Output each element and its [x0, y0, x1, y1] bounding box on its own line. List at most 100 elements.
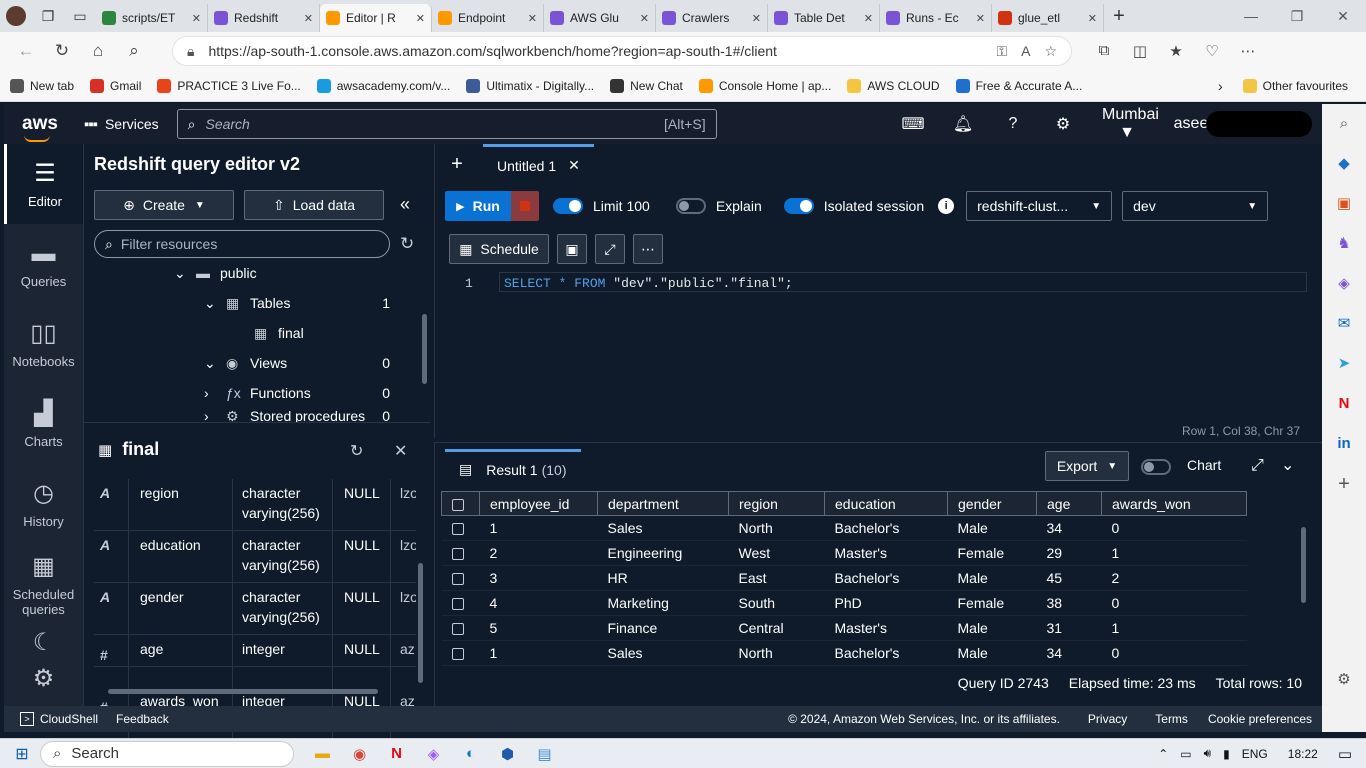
row-checkbox-cell[interactable]	[441, 515, 480, 541]
filter-resources-input[interactable]: ⌕ Filter resources	[94, 230, 390, 258]
virtualbox-icon[interactable]: ⬢	[489, 745, 526, 763]
schedule-button[interactable]: ▦ Schedule	[449, 234, 549, 264]
chevron-icon[interactable]: ⌄	[204, 355, 226, 372]
browser-tab[interactable]: AWS Glu ✕	[544, 4, 656, 32]
browser-tab[interactable]: Editor | R ✕	[320, 4, 432, 32]
left-nav-queries[interactable]: ▬ Queries	[4, 224, 83, 304]
left-nav-editor[interactable]: ☰ Editor	[4, 144, 83, 224]
row-checkbox[interactable]	[451, 548, 464, 561]
collapse-panel-icon[interactable]: «	[400, 194, 410, 215]
settings-nav[interactable]: ⚙	[4, 666, 83, 696]
bookmark-item[interactable]: Free & Accurate A...	[955, 78, 1082, 93]
chevron-icon[interactable]: ⌄	[204, 295, 226, 312]
terms-link[interactable]: Terms	[1155, 712, 1188, 726]
row-checkbox-cell[interactable]	[441, 590, 480, 616]
chevron-icon[interactable]: ⌄	[174, 265, 196, 282]
split-screen-icon[interactable]: ◫	[1122, 42, 1158, 60]
column-header[interactable]: education	[824, 491, 948, 516]
search-icon[interactable]: ⌕	[116, 41, 152, 61]
close-icon[interactable]: ✕	[304, 12, 313, 25]
database-select[interactable]: dev ▼	[1122, 191, 1269, 221]
tree-node[interactable]: ⌄ ▦ Tables 1	[204, 288, 390, 318]
select-all-checkbox[interactable]	[452, 498, 464, 511]
add-sidebar-app-icon[interactable]: +	[1322, 464, 1366, 504]
limit-toggle[interactable]	[553, 198, 583, 214]
browser-tab[interactable]: Crawlers ✕	[656, 4, 768, 32]
netflix-icon[interactable]: N	[378, 745, 415, 763]
tray-overflow-icon[interactable]: ⌃	[1158, 747, 1168, 761]
column-header[interactable]: gender	[947, 491, 1037, 516]
favourites-icon[interactable]: ★	[1158, 42, 1194, 60]
row-checkbox-cell[interactable]	[441, 640, 480, 666]
figma-icon[interactable]: ◈	[415, 745, 452, 763]
browser-tab[interactable]: Endpoint ✕	[432, 4, 544, 32]
search-icon[interactable]: ⌕	[1322, 104, 1366, 144]
key-icon[interactable]: ⚿	[996, 43, 1007, 60]
region-selector[interactable]: Mumbai ▼	[1102, 106, 1159, 142]
cookie-preferences-link[interactable]: Cookie preferences	[1208, 712, 1312, 726]
browser-tab[interactable]: Table Det ✕	[768, 4, 880, 32]
gear-icon[interactable]: ⚙	[1038, 114, 1088, 134]
column-row[interactable]: # age integer NULL az	[94, 635, 416, 687]
table-row[interactable]: 1 Sales North Bachelor's Male 34 0	[441, 640, 1247, 666]
column-row[interactable]: Aregion character varying(256) NULL lzo	[94, 479, 416, 531]
tab-actions-icon[interactable]: ▭	[64, 0, 96, 32]
close-icon[interactable]: ✕	[864, 12, 873, 25]
close-icon[interactable]: ✕	[640, 12, 649, 25]
close-window-icon[interactable]: ✕	[1320, 8, 1366, 25]
table-row[interactable]: 3 HR East Bachelor's Male 45 2	[441, 565, 1247, 591]
tree-node[interactable]: › ƒx Functions 0	[204, 378, 390, 408]
close-icon[interactable]: ✕	[192, 12, 201, 25]
results-scrollbar[interactable]	[1301, 527, 1306, 603]
close-icon[interactable]: ✕	[568, 157, 580, 174]
help-icon[interactable]: ?	[988, 115, 1038, 133]
copilot-apps-icon[interactable]: ◈	[1322, 264, 1366, 304]
toolbox-icon[interactable]: ▣	[1322, 184, 1366, 224]
privacy-link[interactable]: Privacy	[1088, 712, 1127, 726]
column-header[interactable]: employee_id	[479, 491, 598, 516]
select-all-checkbox-cell[interactable]	[441, 491, 480, 516]
more-actions-button[interactable]: ⋯	[633, 234, 663, 264]
info-icon[interactable]: i	[938, 198, 955, 214]
windows-start-icon[interactable]: ⊞	[4, 744, 40, 764]
games-icon[interactable]: ♞	[1322, 224, 1366, 264]
code-area[interactable]: 1 SELECT * FROM "dev"."public"."final";	[435, 272, 1307, 420]
telegram-icon[interactable]: ➤	[1322, 344, 1366, 384]
left-nav-charts[interactable]: ▟ Charts	[4, 384, 83, 464]
table-row[interactable]: 2 Engineering West Master's Female 29 1	[441, 540, 1247, 566]
netflix-icon[interactable]: N	[1322, 384, 1366, 424]
user-menu[interactable]: asee	[1166, 111, 1312, 137]
fullscreen-button[interactable]: ⤢	[595, 234, 625, 264]
taskbar-search[interactable]: ⌕ Search	[40, 740, 294, 767]
column-row[interactable]: Aeducation character varying(256) NULL lzo	[94, 531, 416, 583]
bookmark-item[interactable]: Gmail	[90, 78, 141, 93]
browser-tab[interactable]: Runs - Ec ✕	[880, 4, 992, 32]
column-header[interactable]: region	[728, 491, 825, 516]
fullscreen-icon[interactable]: ⤢	[1251, 457, 1264, 475]
battery-icon[interactable]: ▮	[1223, 747, 1230, 761]
profile-avatar-icon[interactable]	[0, 0, 32, 32]
row-checkbox-cell[interactable]	[441, 540, 480, 566]
bookmark-item[interactable]: PRACTICE 3 Live Fo...	[157, 78, 301, 93]
cloudshell-icon[interactable]: ⌨	[888, 114, 938, 134]
restore-icon[interactable]: ❐	[1274, 8, 1320, 25]
browser-tab[interactable]: scripts/ET ✕	[96, 4, 208, 32]
back-icon[interactable]: ←	[8, 41, 44, 61]
isolated-session-toggle[interactable]	[783, 198, 814, 214]
file-explorer-icon[interactable]: ▬	[304, 745, 341, 763]
export-button[interactable]: Export ▼	[1045, 451, 1129, 481]
run-button[interactable]: ▶ Run	[445, 191, 511, 221]
add-tab-button[interactable]: +	[435, 153, 479, 176]
column-header[interactable]: department	[597, 491, 729, 516]
read-aloud-icon[interactable]: A	[1021, 43, 1030, 59]
close-icon[interactable]: ✕	[528, 12, 537, 25]
tree-node[interactable]: ⌄ ◉ Views 0	[204, 348, 390, 378]
row-checkbox[interactable]	[451, 523, 464, 536]
left-nav-history[interactable]: ◷ History	[4, 464, 83, 544]
load-data-button[interactable]: ⇧ Load data	[244, 190, 384, 220]
copilot-icon[interactable]: ◆	[1322, 144, 1366, 184]
table-row[interactable]: 4 Marketing South PhD Female 38 0	[441, 590, 1247, 616]
stop-button[interactable]	[511, 191, 539, 221]
close-icon[interactable]: ✕	[394, 441, 407, 461]
extensions-icon[interactable]: ⧉	[1086, 42, 1122, 60]
